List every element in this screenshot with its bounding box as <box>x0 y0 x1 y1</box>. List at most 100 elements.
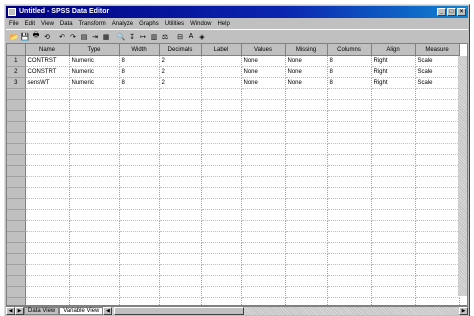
empty-cell[interactable] <box>69 132 120 144</box>
empty-cell[interactable] <box>415 286 460 298</box>
cell-type[interactable]: Numeric <box>69 66 120 78</box>
empty-cell[interactable] <box>241 88 286 100</box>
empty-cell[interactable] <box>201 99 242 111</box>
empty-cell[interactable] <box>415 264 460 276</box>
empty-cell[interactable] <box>25 253 70 265</box>
empty-cell[interactable] <box>201 253 242 265</box>
empty-cell[interactable] <box>415 176 460 188</box>
open-icon[interactable]: 📂 <box>9 32 19 42</box>
cell-align[interactable]: Right <box>371 66 416 78</box>
empty-cell[interactable] <box>415 253 460 265</box>
tab-scroll-left-button[interactable]: ◀ <box>6 307 15 315</box>
split-file-icon[interactable]: ▥ <box>149 32 159 42</box>
empty-cell[interactable] <box>119 143 160 155</box>
row-header[interactable] <box>7 275 26 287</box>
empty-cell[interactable] <box>285 297 328 305</box>
cell-columns[interactable]: 8 <box>327 77 372 89</box>
insert-case-icon[interactable]: ↧ <box>127 32 137 42</box>
cell-decimals[interactable]: 2 <box>159 77 202 89</box>
menu-edit[interactable]: Edit <box>25 21 35 27</box>
title-bar[interactable]: Untitled - SPSS Data Editor _ □ × <box>6 6 468 18</box>
empty-cell[interactable] <box>327 154 372 166</box>
empty-cell[interactable] <box>327 176 372 188</box>
cell-measure[interactable]: Scale <box>415 55 460 67</box>
empty-cell[interactable] <box>69 209 120 221</box>
empty-cell[interactable] <box>119 110 160 122</box>
empty-cell[interactable] <box>285 220 328 232</box>
empty-cell[interactable] <box>371 231 416 243</box>
empty-cell[interactable] <box>327 187 372 199</box>
empty-cell[interactable] <box>201 176 242 188</box>
empty-cell[interactable] <box>241 264 286 276</box>
empty-cell[interactable] <box>327 165 372 177</box>
empty-cell[interactable] <box>69 286 120 298</box>
empty-cell[interactable] <box>25 99 70 111</box>
empty-cell[interactable] <box>241 165 286 177</box>
empty-cell[interactable] <box>285 264 328 276</box>
empty-cell[interactable] <box>327 275 372 287</box>
cell-measure[interactable]: Scale <box>415 77 460 89</box>
empty-cell[interactable] <box>415 143 460 155</box>
empty-cell[interactable] <box>25 132 70 144</box>
cell-missing[interactable]: None <box>285 77 328 89</box>
empty-cell[interactable] <box>25 187 70 199</box>
empty-cell[interactable] <box>371 132 416 144</box>
empty-cell[interactable] <box>201 231 242 243</box>
empty-cell[interactable] <box>119 297 160 305</box>
empty-cell[interactable] <box>327 242 372 254</box>
empty-cell[interactable] <box>285 286 328 298</box>
column-header-align[interactable]: Align <box>371 44 416 56</box>
empty-cell[interactable] <box>371 209 416 221</box>
maximize-button[interactable]: □ <box>447 8 456 16</box>
empty-cell[interactable] <box>327 88 372 100</box>
empty-cell[interactable] <box>285 132 328 144</box>
empty-cell[interactable] <box>159 165 202 177</box>
empty-cell[interactable] <box>327 209 372 221</box>
empty-cell[interactable] <box>327 264 372 276</box>
row-header[interactable] <box>7 242 26 254</box>
menu-utilities[interactable]: Utilities <box>165 21 184 27</box>
empty-cell[interactable] <box>241 121 286 133</box>
empty-cell[interactable] <box>285 198 328 210</box>
goto-case-icon[interactable]: ⇥ <box>90 32 100 42</box>
row-header[interactable] <box>7 176 26 188</box>
empty-cell[interactable] <box>69 231 120 243</box>
empty-cell[interactable] <box>415 165 460 177</box>
row-header[interactable] <box>7 121 26 133</box>
empty-cell[interactable] <box>159 176 202 188</box>
empty-cell[interactable] <box>119 286 160 298</box>
save-icon[interactable]: 💾 <box>20 32 30 42</box>
empty-cell[interactable] <box>201 110 242 122</box>
empty-cell[interactable] <box>201 187 242 199</box>
empty-cell[interactable] <box>25 231 70 243</box>
insert-variable-icon[interactable]: ↦ <box>138 32 148 42</box>
empty-cell[interactable] <box>69 264 120 276</box>
empty-cell[interactable] <box>69 88 120 100</box>
cell-name[interactable]: sensWT <box>25 77 70 89</box>
scroll-right-button[interactable]: ▶ <box>459 307 468 315</box>
cell-values[interactable]: None <box>241 66 286 78</box>
row-header[interactable] <box>7 154 26 166</box>
empty-cell[interactable] <box>327 143 372 155</box>
row-header[interactable] <box>7 209 26 221</box>
empty-cell[interactable] <box>159 286 202 298</box>
empty-cell[interactable] <box>415 187 460 199</box>
empty-cell[interactable] <box>285 187 328 199</box>
empty-cell[interactable] <box>201 297 242 305</box>
empty-cell[interactable] <box>241 253 286 265</box>
variables-icon[interactable]: ▦ <box>101 32 111 42</box>
empty-cell[interactable] <box>327 99 372 111</box>
empty-cell[interactable] <box>201 132 242 144</box>
menu-file[interactable]: File <box>9 21 19 27</box>
row-header[interactable] <box>7 264 26 276</box>
empty-cell[interactable] <box>69 187 120 199</box>
cell-align[interactable]: Right <box>371 55 416 67</box>
empty-cell[interactable] <box>119 231 160 243</box>
empty-cell[interactable] <box>285 110 328 122</box>
empty-cell[interactable] <box>201 209 242 221</box>
empty-cell[interactable] <box>201 143 242 155</box>
empty-cell[interactable] <box>25 154 70 166</box>
empty-cell[interactable] <box>327 231 372 243</box>
empty-cell[interactable] <box>415 110 460 122</box>
tab-data-view[interactable]: Data View <box>24 307 60 315</box>
